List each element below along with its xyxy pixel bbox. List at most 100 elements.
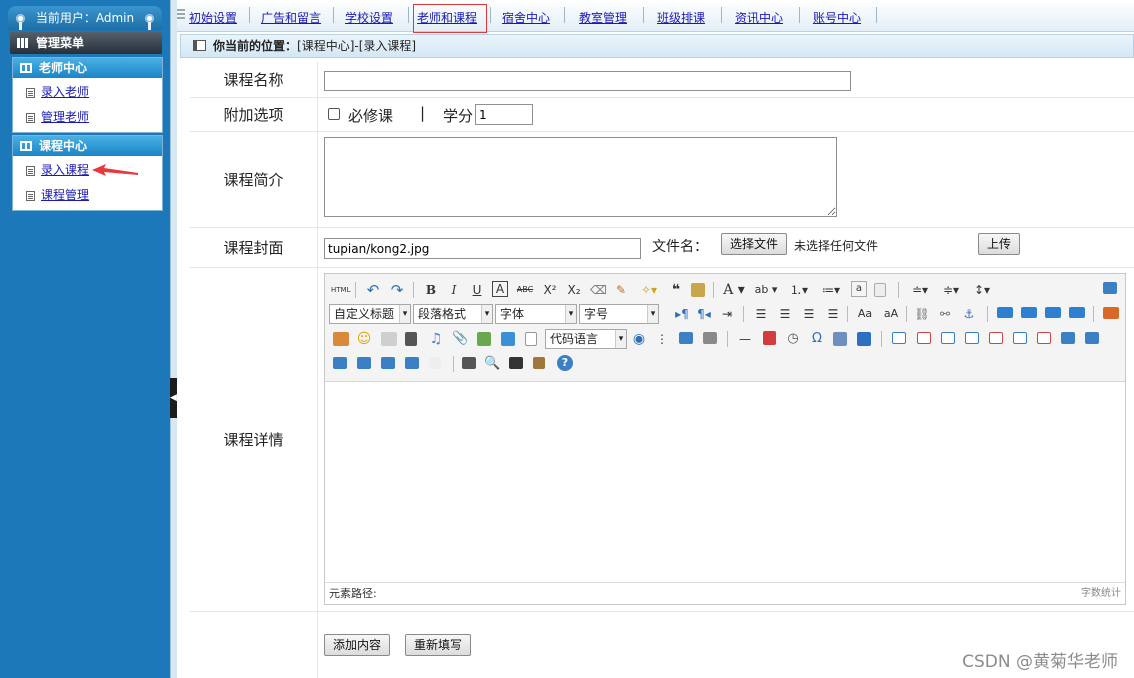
italic-icon[interactable]: I [446, 281, 462, 299]
page-break-icon[interactable]: ⋮ [654, 330, 670, 348]
image-right-icon[interactable] [1021, 307, 1037, 318]
sidebar-link-manage-course[interactable]: 课程管理 [41, 188, 89, 202]
nav-item-ads-messages[interactable]: 广告和留言 [261, 9, 321, 26]
sidebar-link-add-teacher[interactable]: 录入老师 [41, 85, 89, 99]
nav-item-account[interactable]: 账号中心 [813, 9, 861, 26]
video-icon[interactable] [405, 332, 417, 346]
snap-screen-icon[interactable] [833, 332, 847, 346]
nav-item-news[interactable]: 资讯中心 [735, 9, 783, 26]
horizontal-rule-icon[interactable]: — [737, 330, 753, 348]
draft-icon[interactable] [533, 357, 545, 369]
uppercase-icon[interactable]: Aa [856, 305, 874, 323]
charts-icon[interactable] [429, 357, 441, 369]
nav-item-scheduling[interactable]: 班级排课 [657, 9, 705, 26]
code-language-select[interactable]: 代码语言 [545, 329, 627, 349]
map-icon[interactable] [477, 332, 491, 346]
image-center-icon[interactable] [1069, 307, 1085, 318]
strikethrough-icon[interactable]: ABC [515, 281, 535, 299]
web-app-icon[interactable]: ◉ [631, 330, 647, 348]
redo-icon[interactable]: ↷ [389, 281, 405, 299]
unordered-list-icon[interactable]: ≔▾ [817, 281, 845, 299]
nav-item-teacher-course[interactable]: 老师和课程 [417, 9, 477, 26]
align-center-icon[interactable]: ☰ [777, 305, 793, 323]
reset-button[interactable]: 重新填写 [405, 634, 472, 656]
search-replace-icon[interactable] [509, 357, 523, 369]
undo-icon[interactable]: ↶ [365, 281, 381, 299]
preview-icon[interactable]: 🔍 [484, 355, 500, 373]
print-icon[interactable] [462, 357, 476, 369]
submit-button[interactable]: 添加内容 [324, 634, 391, 656]
attachment-icon[interactable]: 📎 [452, 330, 468, 348]
highlight-color-icon[interactable]: ab ▾ [751, 281, 781, 299]
paste-plain-icon[interactable] [691, 283, 705, 297]
font-border-icon[interactable]: A [492, 281, 508, 297]
paragraph-select[interactable]: 段落格式 [413, 304, 493, 324]
align-right-icon[interactable]: ☰ [801, 305, 817, 323]
choose-file-button[interactable]: 选择文件 [721, 233, 788, 255]
subscript-icon[interactable]: X₂ [565, 281, 583, 299]
anchor-icon[interactable]: ⚓ [961, 305, 977, 323]
delete-row-icon[interactable] [989, 332, 1003, 344]
insert-frame-icon[interactable] [525, 332, 537, 346]
font-size-select[interactable]: 字号 [579, 304, 659, 324]
course-name-input[interactable] [324, 71, 851, 91]
fullscreen-icon[interactable] [1103, 282, 1117, 294]
sidebar-link-add-course[interactable]: 录入课程 [41, 163, 89, 177]
scrawl-icon[interactable] [381, 332, 397, 346]
link-icon[interactable]: ⛓ [914, 305, 930, 323]
upload-button[interactable]: 上传 [978, 233, 1021, 255]
nav-item-init-settings[interactable]: 初始设置 [189, 9, 237, 26]
template-icon[interactable] [679, 332, 693, 344]
format-brush-icon[interactable]: ✎ [613, 281, 629, 299]
word-image-icon[interactable] [857, 332, 871, 346]
split-cells-icon[interactable] [357, 357, 371, 369]
sidebar-link-manage-teacher[interactable]: 管理老师 [41, 110, 89, 124]
bold-icon[interactable]: B [423, 281, 439, 299]
sidebar-splitter[interactable] [170, 0, 177, 678]
help-icon[interactable]: ? [557, 355, 573, 371]
clear-doc-icon[interactable] [874, 283, 886, 297]
merge-right-icon[interactable] [1085, 332, 1099, 344]
collapse-sidebar-icon[interactable]: ◀ [170, 378, 177, 418]
line-height-icon[interactable]: ↕▾ [968, 281, 996, 299]
delete-col-icon[interactable] [1037, 332, 1051, 344]
rtl-icon[interactable]: ¶◂ [695, 305, 713, 323]
emotion-icon[interactable]: ☺ [356, 330, 372, 348]
image-none-icon[interactable] [1045, 307, 1061, 318]
select-all-icon[interactable]: a [851, 281, 867, 297]
gmap-icon[interactable] [501, 332, 515, 346]
blockquote-icon[interactable]: ❝ [668, 281, 684, 299]
nav-item-school-settings[interactable]: 学校设置 [345, 9, 393, 26]
split-rows-icon[interactable] [381, 357, 395, 369]
insert-table-icon[interactable] [892, 332, 906, 344]
align-justify-icon[interactable]: ☰ [825, 305, 841, 323]
superscript-icon[interactable]: X² [541, 281, 559, 299]
nav-item-classroom[interactable]: 教室管理 [579, 9, 627, 26]
background-icon[interactable] [703, 332, 717, 344]
eraser-icon[interactable]: ⌫ [590, 281, 607, 299]
insert-col-icon[interactable] [1013, 332, 1027, 344]
nav-item-dormitory[interactable]: 宿舍中心 [502, 9, 550, 26]
auto-format-icon[interactable]: ✧▾ [637, 281, 661, 299]
insert-image-icon[interactable] [1103, 307, 1119, 319]
insert-paragraph-before-table-icon[interactable] [941, 332, 955, 344]
lowercase-icon[interactable]: aA [882, 305, 900, 323]
merge-cells-icon[interactable] [1061, 332, 1075, 344]
row-spacing-bottom-icon[interactable]: ≑▾ [937, 281, 965, 299]
unlink-icon[interactable]: ⚯ [937, 305, 953, 323]
delete-table-icon[interactable] [917, 332, 931, 344]
font-color-icon[interactable]: A ▾ [721, 281, 747, 299]
underline-icon[interactable]: U [469, 281, 485, 299]
insert-row-icon[interactable] [965, 332, 979, 344]
split-cols-icon[interactable] [405, 357, 419, 369]
merge-down-icon[interactable] [333, 357, 347, 369]
editor-content-area[interactable] [325, 382, 1125, 582]
source-html-button[interactable]: HTML [331, 281, 350, 299]
ordered-list-icon[interactable]: ⒈▾ [785, 281, 813, 299]
ltr-icon[interactable]: ▸¶ [673, 305, 691, 323]
special-char-icon[interactable]: Ω [809, 330, 825, 348]
menu-group-title[interactable]: 老师中心 [13, 58, 162, 78]
image-left-icon[interactable] [997, 307, 1013, 318]
align-left-icon[interactable]: ☰ [753, 305, 769, 323]
multi-image-icon[interactable] [333, 332, 349, 346]
